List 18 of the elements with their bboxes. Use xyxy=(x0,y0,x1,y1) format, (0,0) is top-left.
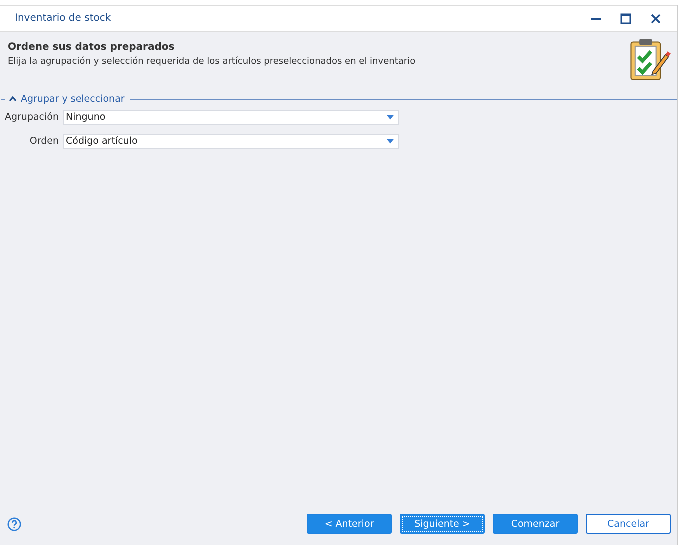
page-heading: Ordene sus datos preparados xyxy=(8,42,176,53)
window-title: Inventario de stock xyxy=(15,13,112,24)
field-label: Orden xyxy=(28,136,59,146)
page-description: Elija la agrupación y selección requerida de los artículos preseleccionados en el inventario xyxy=(8,57,416,67)
close-icon[interactable] xyxy=(649,12,663,26)
maximize-icon[interactable] xyxy=(619,12,633,26)
dropdown-arrow-icon[interactable] xyxy=(387,114,394,120)
dropdown-field[interactable]: Ninguno xyxy=(63,110,399,124)
help-icon[interactable] xyxy=(7,516,22,532)
dialog-button[interactable]: Comenzar xyxy=(493,514,578,534)
dropdown-arrow-icon[interactable] xyxy=(387,138,394,144)
dropdown-field[interactable]: Código artículo xyxy=(63,134,399,148)
dialog-button[interactable]: Cancelar xyxy=(586,514,671,534)
caret-up-icon[interactable] xyxy=(8,95,18,103)
section-title: Agrupar y seleccionar xyxy=(21,94,125,104)
field-label: Agrupación xyxy=(4,112,59,122)
dialog-button[interactable]: < Anterior xyxy=(307,514,392,534)
dialog-button[interactable]: Siguiente > xyxy=(400,514,485,534)
